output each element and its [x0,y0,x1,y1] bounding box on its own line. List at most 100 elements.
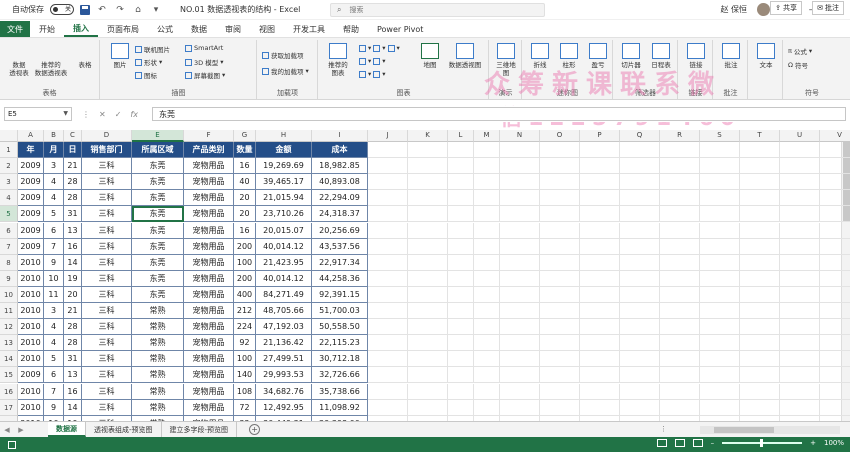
cell[interactable]: 31 [64,351,82,368]
cell[interactable]: 三科 [82,335,132,352]
column-header[interactable]: B [44,130,64,142]
cell[interactable] [660,319,700,336]
cell[interactable]: 21,015.94 [256,190,312,207]
cell[interactable] [740,142,780,159]
cell[interactable] [620,399,660,416]
cell[interactable]: 2009 [18,238,44,255]
column-header[interactable]: M [474,130,500,142]
cell[interactable] [620,367,660,384]
cell[interactable] [448,238,474,255]
cell[interactable] [448,158,474,175]
insert-function-icon[interactable]: fx [130,110,138,119]
cell[interactable] [474,206,500,223]
row-header[interactable]: 15 [0,367,18,384]
column-header[interactable]: J [368,130,408,142]
cell[interactable] [660,206,700,223]
column-header[interactable]: U [780,130,820,142]
tab-6[interactable]: 审阅 [216,21,250,37]
cell[interactable]: 16 [234,222,256,239]
table-header-cell[interactable]: 数量 [234,142,256,159]
cell[interactable] [368,254,408,271]
cell[interactable]: 50,558.50 [312,319,368,336]
table-button[interactable]: 表格 [70,43,100,189]
cell[interactable] [368,383,408,400]
zoom-knob[interactable] [760,439,764,447]
screenshot-button[interactable]: 屏幕截图 ▾ [185,70,225,80]
cell[interactable] [700,238,740,255]
cell[interactable] [820,367,850,384]
cell[interactable]: 东莞 [132,206,184,223]
cell[interactable]: 39,465.17 [256,174,312,191]
cell[interactable]: 三科 [82,206,132,223]
cell[interactable]: 28 [64,335,82,352]
cell[interactable]: 5 [44,206,64,223]
row-header[interactable]: 8 [0,254,18,271]
avatar[interactable] [757,3,770,16]
cell[interactable] [368,158,408,175]
row-header[interactable]: 17 [0,399,18,416]
row-header[interactable]: 14 [0,351,18,368]
cell[interactable]: 常熟 [132,319,184,336]
cell[interactable] [474,142,500,159]
cell[interactable] [474,222,500,239]
cell[interactable]: 18,982.85 [312,158,368,175]
cell[interactable] [700,270,740,287]
format-painter-icon[interactable]: ⌂ [132,5,144,15]
column-header[interactable]: H [256,130,312,142]
cell[interactable]: 三科 [82,254,132,271]
cell[interactable] [474,158,500,175]
cell[interactable]: 2010 [18,399,44,416]
save-icon[interactable] [80,4,90,15]
row-header[interactable]: 10 [0,286,18,303]
cell[interactable]: 212 [234,303,256,320]
undo-icon[interactable]: ↶ [96,5,108,15]
cell[interactable] [700,254,740,271]
cell[interactable] [620,158,660,175]
cell[interactable] [700,303,740,320]
row-header[interactable]: 1 [0,142,18,159]
cell[interactable] [500,399,540,416]
cell[interactable] [780,206,820,223]
cell[interactable] [368,286,408,303]
cell[interactable] [620,335,660,352]
cell[interactable] [408,270,448,287]
cell[interactable] [580,206,620,223]
cell[interactable]: 三科 [82,303,132,320]
cell[interactable]: 6 [44,222,64,239]
cell[interactable]: 三科 [82,270,132,287]
column-header[interactable]: V [820,130,850,142]
cell[interactable] [620,303,660,320]
cell[interactable]: 宠物用品 [184,270,234,287]
cell[interactable] [620,383,660,400]
cell[interactable] [700,206,740,223]
equation-button[interactable]: π 公式 ▾ [788,46,812,56]
cell[interactable] [660,399,700,416]
cell[interactable] [820,174,850,191]
cell[interactable]: 宠物用品 [184,319,234,336]
cell[interactable] [474,303,500,320]
cell[interactable]: 4 [44,190,64,207]
cell[interactable] [660,286,700,303]
cell[interactable]: 140 [234,367,256,384]
cell[interactable] [474,238,500,255]
cell[interactable] [500,303,540,320]
cell[interactable]: 20 [64,286,82,303]
cell[interactable] [780,254,820,271]
cell[interactable] [660,190,700,207]
cell[interactable] [660,238,700,255]
zoom-in-icon[interactable]: + [810,439,816,447]
cell[interactable] [740,367,780,384]
symbol-button[interactable]: Ω 符号 [788,60,808,70]
quick-access-dropdown-icon[interactable]: ▾ [150,5,162,15]
cell[interactable] [408,174,448,191]
cell[interactable] [780,174,820,191]
cell[interactable]: 4 [44,319,64,336]
cell[interactable] [500,158,540,175]
cell[interactable]: 东莞 [132,238,184,255]
row-header[interactable]: 5 [0,206,18,223]
cell[interactable]: 宠物用品 [184,351,234,368]
cell[interactable]: 4 [44,174,64,191]
cell[interactable] [540,383,580,400]
cell[interactable]: 92 [234,335,256,352]
online-picture-button[interactable]: 联机图片 [135,44,170,54]
